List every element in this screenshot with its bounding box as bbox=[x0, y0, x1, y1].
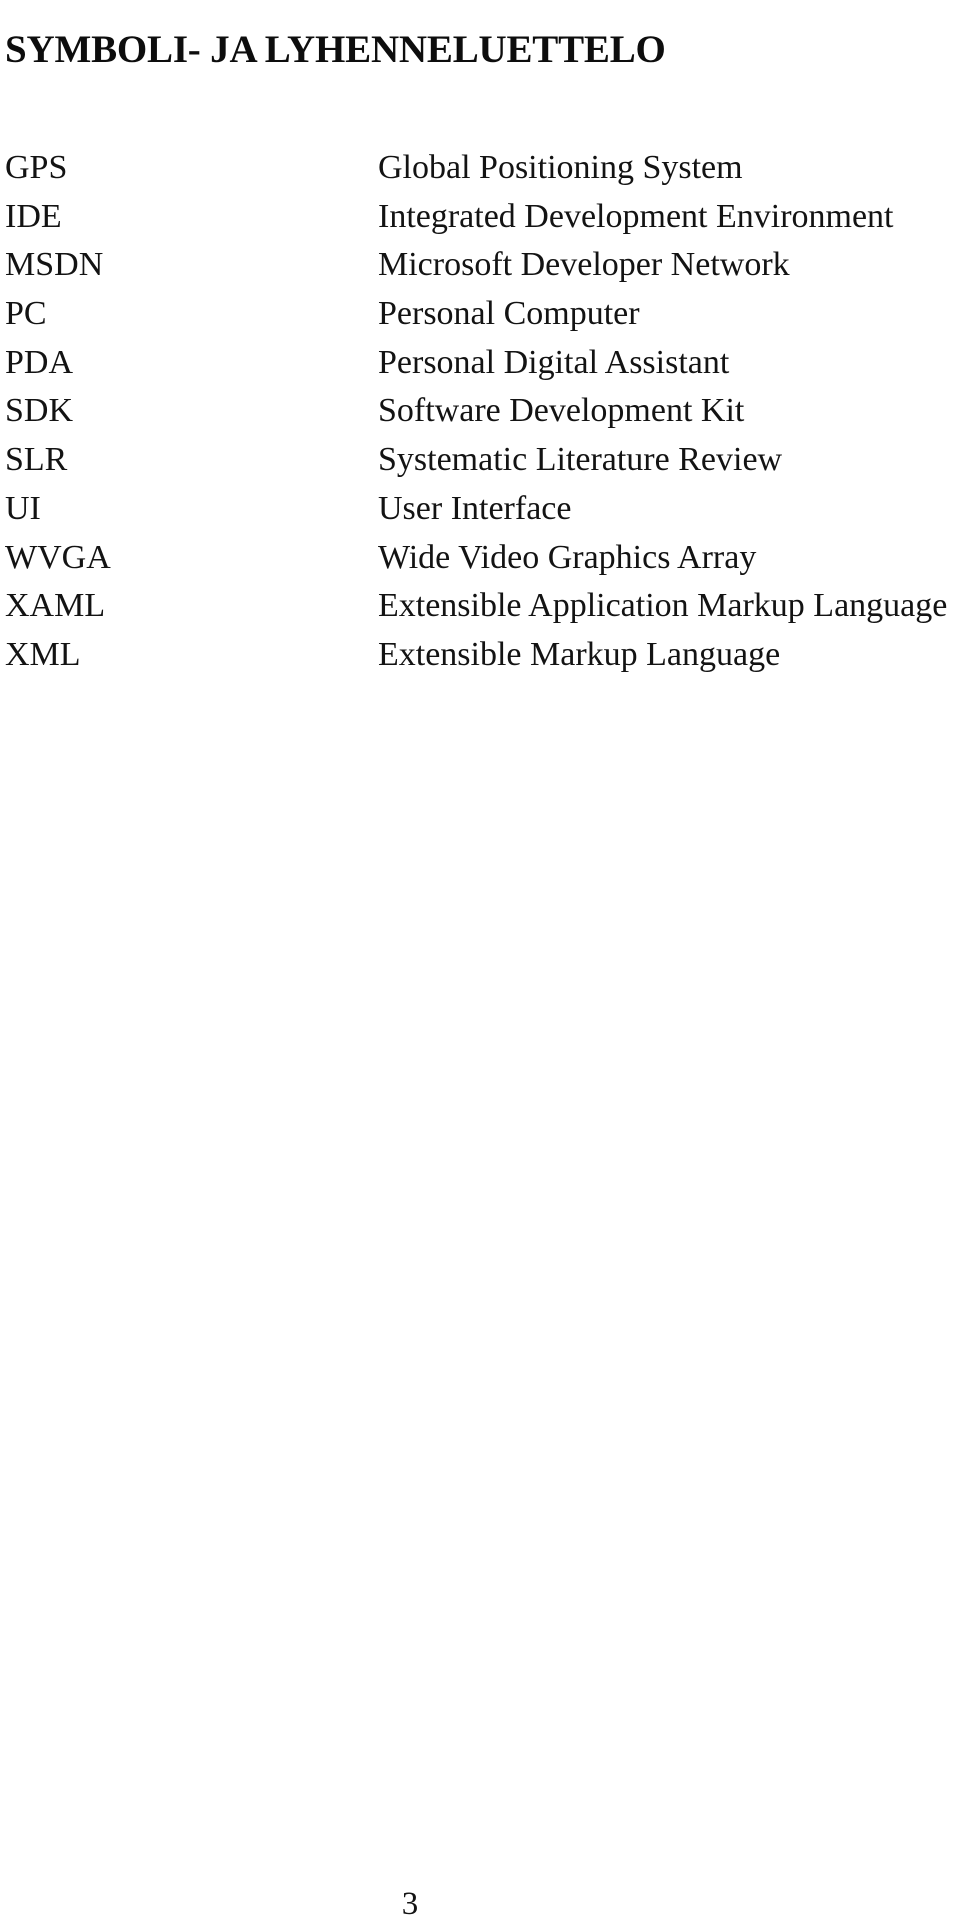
abbreviation-definition: Systematic Literature Review bbox=[378, 441, 783, 479]
abbreviation-definition: Wide Video Graphics Array bbox=[378, 538, 757, 576]
abbreviation-definition: Extensible Markup Language bbox=[378, 635, 781, 673]
abbreviation-term: XAML bbox=[5, 587, 106, 625]
abbreviation-definition: Personal Computer bbox=[378, 295, 640, 333]
list-item: PDA Personal Digital Assistant bbox=[0, 339, 960, 388]
list-item: UI User Interface bbox=[0, 485, 960, 534]
list-item: IDE Integrated Development Environment bbox=[0, 193, 960, 242]
abbreviation-term: UI bbox=[5, 489, 41, 527]
abbreviation-definition: User Interface bbox=[378, 489, 572, 527]
abbreviation-term: WVGA bbox=[5, 538, 111, 576]
abbreviation-term: SDK bbox=[5, 392, 74, 430]
list-item: SDK Software Development Kit bbox=[0, 387, 960, 436]
list-item: GPS Global Positioning System bbox=[0, 144, 960, 193]
abbreviation-term: XML bbox=[5, 635, 81, 673]
abbreviation-term: PDA bbox=[5, 343, 74, 381]
abbreviation-definition: Integrated Development Environment bbox=[378, 197, 894, 235]
list-item: XAML Extensible Application Markup Langu… bbox=[0, 582, 960, 631]
abbreviation-term: SLR bbox=[5, 441, 68, 479]
abbreviation-definition: Extensible Application Markup Language bbox=[378, 587, 948, 625]
abbreviation-term: GPS bbox=[5, 149, 68, 186]
abbreviation-definition: Software Development Kit bbox=[378, 392, 745, 430]
abbreviation-term: MSDN bbox=[5, 246, 104, 284]
list-item: SLR Systematic Literature Review bbox=[0, 436, 960, 485]
abbreviation-term: IDE bbox=[5, 197, 62, 235]
list-item: XML Extensible Markup Language bbox=[0, 631, 960, 680]
abbreviation-term: PC bbox=[5, 295, 47, 333]
document-page: SYMBOLI- JA LYHENNELUETTELO GPS Global P… bbox=[0, 0, 960, 1931]
abbreviation-list: GPS Global Positioning System IDE Integr… bbox=[0, 144, 960, 680]
page-number: 3 bbox=[401, 1886, 419, 1922]
abbreviation-definition: Global Positioning System bbox=[378, 149, 743, 186]
list-item: MSDN Microsoft Developer Network bbox=[0, 241, 960, 290]
abbreviation-definition: Microsoft Developer Network bbox=[378, 246, 790, 284]
list-item: WVGA Wide Video Graphics Array bbox=[0, 534, 960, 583]
list-item: PC Personal Computer bbox=[0, 290, 960, 339]
page-title: SYMBOLI- JA LYHENNELUETTELO bbox=[5, 28, 666, 72]
abbreviation-definition: Personal Digital Assistant bbox=[378, 343, 730, 381]
